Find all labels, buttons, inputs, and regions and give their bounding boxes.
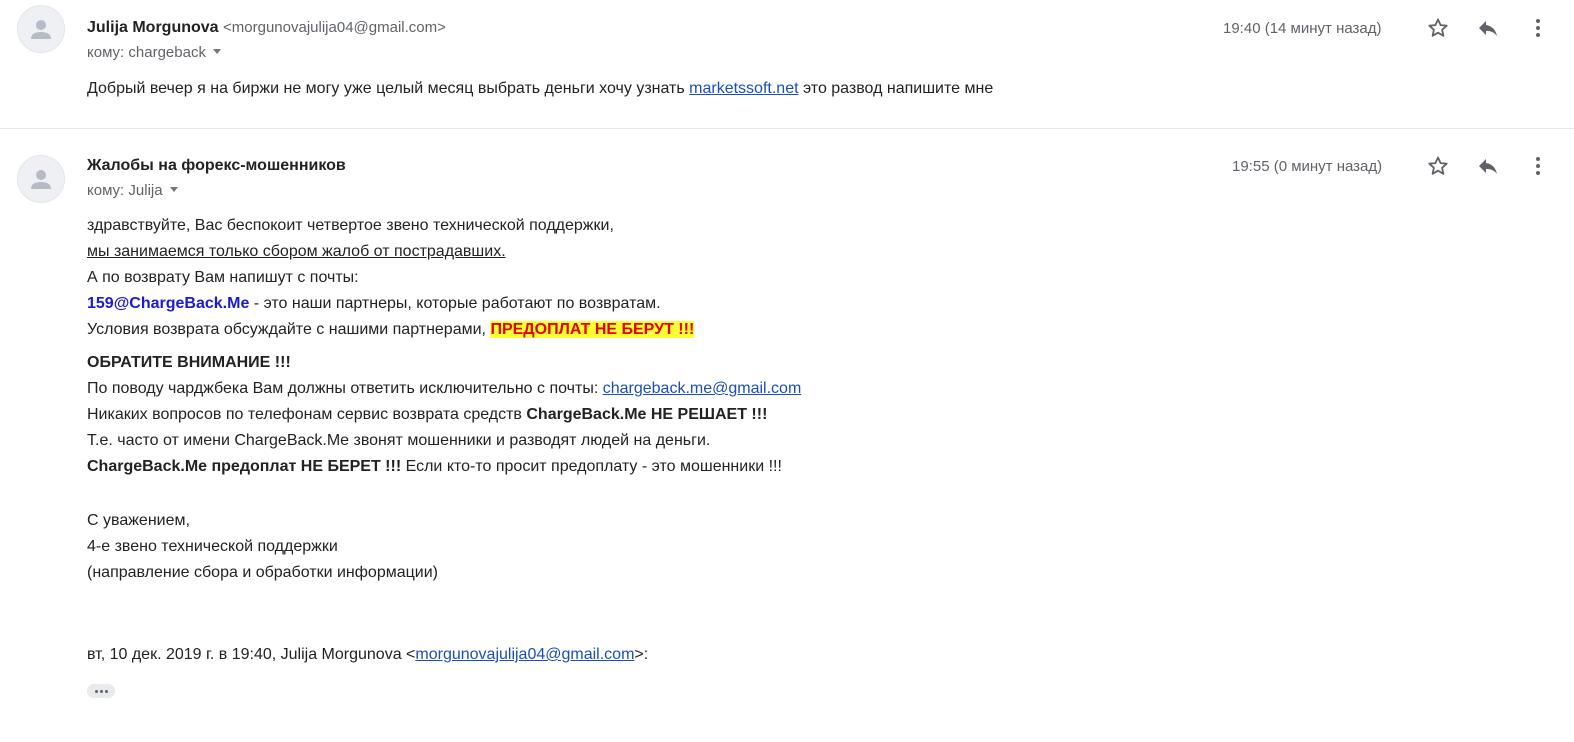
sender-name[interactable]: Julija Morgunova [87, 19, 219, 36]
more-vert-icon[interactable] [1526, 154, 1550, 178]
sender[interactable]: Julija Morgunova <morgunovajulija04@gmai… [87, 19, 446, 37]
signature-line: (направление сбора и обработки информаци… [87, 564, 438, 581]
chargeback-email-link[interactable]: chargeback.me@gmail.com [603, 380, 802, 397]
body-line: А по возврату Вам напишут с почты: [87, 269, 359, 286]
body-text-prefix: Добрый вечер я на биржи не могу уже целы… [87, 80, 690, 97]
message-time: 19:55 (0 минут назад) [1232, 158, 1383, 175]
more-vert-icon[interactable] [1526, 16, 1550, 40]
body-line-phone: Никаких вопросов по телефонам сервис воз… [87, 406, 767, 424]
body-text: - это наши партнеры, которые работают по… [249, 295, 661, 312]
message-divider [0, 128, 1574, 129]
body-line-contact: По поводу чарджбека Вам должны ответить … [87, 380, 801, 398]
body-line: Т.е. часто от имени ChargeBack.Me звонят… [87, 432, 711, 449]
body-line-partner-email: 159@ChargeBack.Me - это наши партнеры, к… [87, 295, 661, 313]
quote-email-link[interactable]: morgunovajulija04@gmail.com [415, 646, 634, 663]
show-trimmed-content-icon[interactable] [87, 684, 115, 698]
reply-icon[interactable] [1476, 154, 1500, 178]
body-link[interactable]: marketssoft.net [689, 80, 798, 97]
highlight-warning: ПРЕДОПЛАТ НЕ БЕРУТ !!! [490, 321, 695, 338]
recipient-label: кому: Julija [87, 182, 163, 199]
star-icon[interactable] [1426, 154, 1450, 178]
body-text-suffix: это развод напишите мне [798, 80, 994, 97]
reply-icon[interactable] [1476, 16, 1500, 40]
attention-heading: ОБРАТИТЕ ВНИМАНИЕ !!! [87, 354, 291, 371]
quote-header: вт, 10 дек. 2019 г. в 19:40, Julija Morg… [87, 646, 648, 664]
sender[interactable]: Жалобы на форекс-мошенников [87, 157, 346, 175]
body-bold: ChargeBack.Me НЕ РЕШАЕТ !!! [526, 406, 768, 423]
quote-text: >: [634, 646, 649, 663]
recipient-label: кому: chargeback [87, 44, 206, 61]
recipient-dropdown[interactable]: кому: chargeback [87, 44, 221, 61]
person-avatar-icon[interactable] [17, 155, 65, 203]
partner-email: 159@ChargeBack.Me [87, 295, 250, 312]
message-time: 19:40 (14 минут назад) [1223, 20, 1382, 37]
body-line: здравствуйте, Вас беспокоит четвертое зв… [87, 217, 614, 234]
star-icon[interactable] [1426, 16, 1450, 40]
body-line-conditions: Условия возврата обсуждайте с нашими пар… [87, 321, 695, 339]
person-avatar-icon[interactable] [17, 5, 65, 53]
body-bold: ChargeBack.Me предоплат НЕ БЕРЕТ !!! [87, 458, 402, 475]
sender-name[interactable]: Жалобы на форекс-мошенников [87, 157, 346, 174]
caret-down-icon[interactable] [169, 186, 178, 192]
body-text: По поводу чарджбека Вам должны ответить … [87, 380, 603, 397]
message-body: Добрый вечер я на биржи не могу уже целы… [87, 80, 993, 98]
body-text: Условия возврата обсуждайте с нашими пар… [87, 321, 491, 338]
body-text: Никаких вопросов по телефонам сервис воз… [87, 406, 527, 423]
recipient-dropdown[interactable]: кому: Julija [87, 182, 178, 199]
body-text: Если кто-то просит предоплату - это моше… [401, 458, 782, 475]
caret-down-icon[interactable] [212, 48, 221, 54]
signature-line: С уважением, [87, 512, 190, 529]
sender-email: <morgunovajulija04@gmail.com> [223, 19, 446, 36]
quote-text: вт, 10 дек. 2019 г. в 19:40, Julija Morg… [87, 646, 416, 663]
body-line-prepay: ChargeBack.Me предоплат НЕ БЕРЕТ !!! Есл… [87, 458, 782, 476]
body-line-underlined: мы занимаемся только сбором жалоб от пос… [87, 243, 506, 260]
signature-line: 4-е звено технической поддержки [87, 538, 338, 555]
